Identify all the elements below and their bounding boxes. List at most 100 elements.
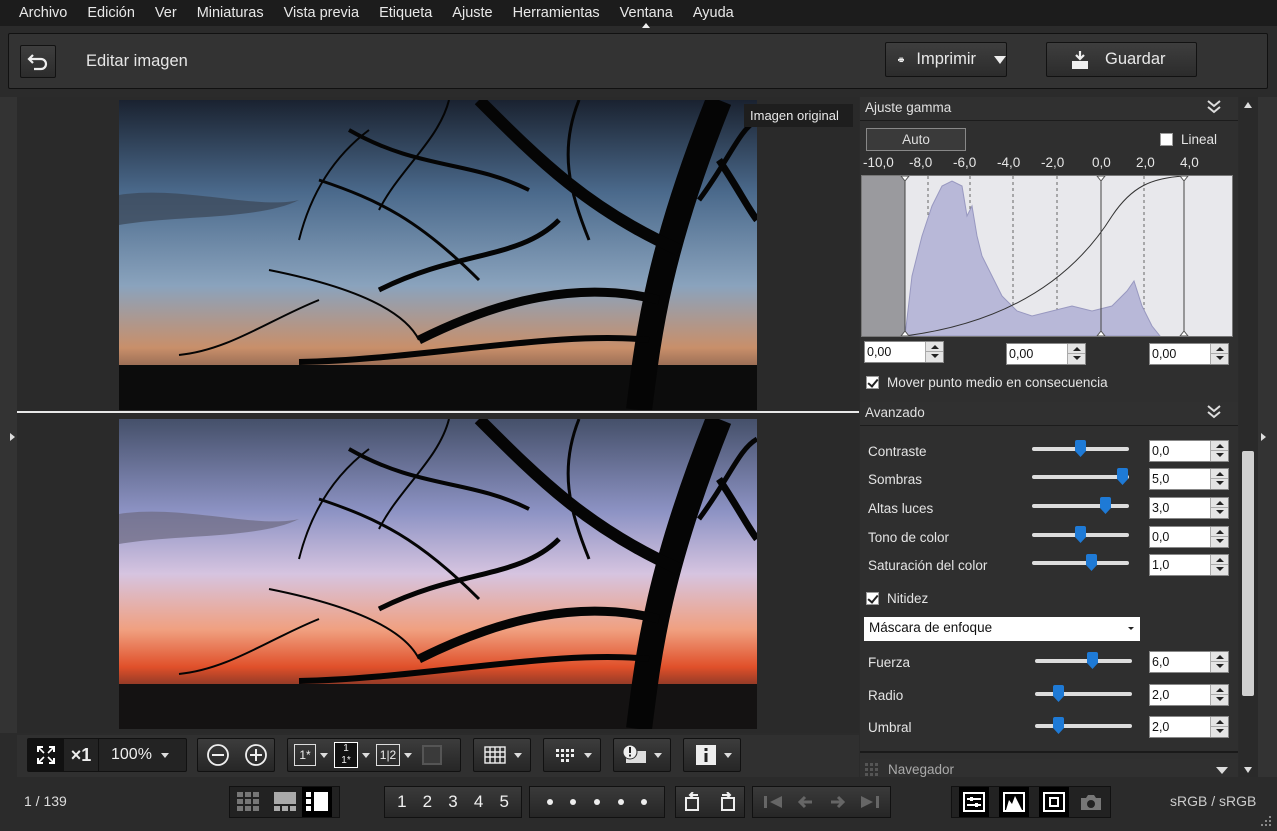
sharpness-checkbox[interactable] xyxy=(866,592,879,605)
edited-image[interactable] xyxy=(119,419,757,729)
rating-5-button[interactable]: 5 xyxy=(499,792,508,812)
menu-edicion[interactable]: Edición xyxy=(77,0,145,26)
spin-buttons[interactable] xyxy=(1210,498,1228,518)
threshold-slider[interactable] xyxy=(1035,717,1132,734)
label-dot-4[interactable] xyxy=(617,799,624,805)
dropdown-arrow-icon[interactable] xyxy=(1120,617,1140,639)
gamma-histogram[interactable] xyxy=(861,175,1233,337)
contrast-input[interactable]: 0,0 xyxy=(1149,440,1229,462)
print-dropdown-icon[interactable] xyxy=(994,55,1006,64)
dropdown-arrow-icon[interactable] xyxy=(320,752,328,758)
linear-checkbox[interactable] xyxy=(1160,133,1173,146)
back-button[interactable] xyxy=(20,45,56,78)
sharpness-mode-select[interactable]: Máscara de enfoque xyxy=(864,617,1140,641)
scrollbar-thumb[interactable] xyxy=(1242,451,1254,696)
highlight-warning-button[interactable] xyxy=(613,738,671,772)
midpoint-checkbox[interactable] xyxy=(866,376,879,389)
camera-icon[interactable] xyxy=(1079,792,1103,812)
spin-buttons[interactable] xyxy=(1210,717,1228,737)
side-by-side-icon[interactable]: 1|2 xyxy=(376,744,400,766)
single-view-icon[interactable]: 1* xyxy=(294,744,316,766)
thumbnail-grid-icon[interactable] xyxy=(237,792,259,812)
histogram-palette-button[interactable] xyxy=(999,787,1029,817)
menu-ventana[interactable]: Ventana xyxy=(610,0,683,28)
collapse-chevron-icon[interactable] xyxy=(1206,99,1222,115)
zoom-out-icon[interactable] xyxy=(206,743,230,767)
dropdown-arrow-icon[interactable] xyxy=(362,752,370,758)
spin-buttons[interactable] xyxy=(1210,555,1228,575)
menu-etiqueta[interactable]: Etiqueta xyxy=(369,0,442,26)
original-image[interactable] xyxy=(119,100,757,410)
shadows-input[interactable]: 5,0 xyxy=(1149,468,1229,490)
split-view-icon[interactable]: 1 1* xyxy=(334,742,358,768)
menu-miniaturas[interactable]: Miniaturas xyxy=(187,0,274,26)
rating-1-button[interactable]: 1 xyxy=(397,792,406,812)
label-dot-3[interactable] xyxy=(593,799,600,805)
rating-3-button[interactable]: 3 xyxy=(448,792,457,812)
spin-buttons[interactable] xyxy=(1210,527,1228,547)
focus-palette-button[interactable] xyxy=(1039,787,1069,817)
last-image-icon[interactable] xyxy=(859,794,881,810)
zoom-in-icon[interactable] xyxy=(244,743,268,767)
spin-buttons[interactable] xyxy=(1210,441,1228,461)
radius-slider[interactable] xyxy=(1035,685,1132,702)
menu-ver[interactable]: Ver xyxy=(145,0,187,26)
color-tone-input[interactable]: 0,0 xyxy=(1149,526,1229,548)
gamma-white-input[interactable]: 0,00 xyxy=(1149,343,1229,365)
left-panel-toggle[interactable] xyxy=(0,97,17,733)
label-dot-2[interactable] xyxy=(570,799,577,805)
slider-knob[interactable] xyxy=(1117,468,1128,485)
rotate-left-icon[interactable] xyxy=(682,792,704,812)
next-image-icon[interactable] xyxy=(827,794,849,810)
spin-buttons[interactable] xyxy=(1210,652,1228,672)
rating-4-button[interactable]: 4 xyxy=(474,792,483,812)
collapse-chevron-icon[interactable] xyxy=(1206,404,1222,420)
rotate-right-icon[interactable] xyxy=(716,792,738,812)
slider-knob[interactable] xyxy=(1075,526,1086,543)
info-button[interactable] xyxy=(683,738,741,772)
resize-grip-icon[interactable] xyxy=(1260,815,1272,827)
highlights-input[interactable]: 3,0 xyxy=(1149,497,1229,519)
gamma-mid-input[interactable]: 0,00 xyxy=(1006,343,1086,365)
label-dot-5[interactable] xyxy=(641,799,648,805)
spin-buttons[interactable] xyxy=(1210,685,1228,705)
radius-input[interactable]: 2,0 xyxy=(1149,684,1229,706)
slider-knob[interactable] xyxy=(1053,717,1064,734)
split-divider[interactable] xyxy=(17,411,859,413)
contrast-slider[interactable] xyxy=(1032,440,1129,457)
first-image-icon[interactable] xyxy=(762,794,784,810)
menu-ajuste[interactable]: Ajuste xyxy=(442,0,502,26)
rating-2-button[interactable]: 2 xyxy=(423,792,432,812)
menu-ayuda[interactable]: Ayuda xyxy=(683,0,744,26)
threshold-input[interactable]: 2,0 xyxy=(1149,716,1229,738)
slider-knob[interactable] xyxy=(1087,652,1098,669)
prev-image-icon[interactable] xyxy=(794,794,816,810)
spin-buttons[interactable] xyxy=(1067,344,1085,364)
gamma-section-header[interactable]: Ajuste gamma xyxy=(860,97,1238,121)
menu-archivo[interactable]: Archivo xyxy=(0,0,77,26)
slider-knob[interactable] xyxy=(1075,440,1086,457)
slider-knob[interactable] xyxy=(1086,554,1097,571)
adjust-palette-button[interactable] xyxy=(959,787,989,817)
strength-input[interactable]: 6,0 xyxy=(1149,651,1229,673)
gamma-black-input[interactable]: 0,00 xyxy=(864,341,944,363)
preview-layout-button[interactable] xyxy=(302,787,332,817)
menu-herramientas[interactable]: Herramientas xyxy=(503,0,610,26)
menu-vista-previa[interactable]: Vista previa xyxy=(274,0,370,26)
slider-knob[interactable] xyxy=(1100,497,1111,514)
zoom-select[interactable]: 100% xyxy=(98,739,186,771)
saturation-input[interactable]: 1,0 xyxy=(1149,554,1229,576)
label-dot-1[interactable] xyxy=(546,799,553,805)
fit-screen-button[interactable] xyxy=(28,739,64,771)
filmstrip-icon[interactable] xyxy=(274,792,296,812)
actual-size-button[interactable]: ×1 xyxy=(64,745,98,766)
grid-button[interactable] xyxy=(473,738,531,772)
auto-button[interactable]: Auto xyxy=(866,128,966,151)
spin-buttons[interactable] xyxy=(925,342,943,362)
spin-buttons[interactable] xyxy=(1210,469,1228,489)
saturation-slider[interactable] xyxy=(1032,554,1129,571)
panel-scrollbar[interactable] xyxy=(1239,97,1258,777)
right-panel-toggle[interactable] xyxy=(1258,97,1277,777)
advanced-section-header[interactable]: Avanzado xyxy=(860,402,1238,426)
scroll-down-icon[interactable] xyxy=(1244,767,1252,773)
